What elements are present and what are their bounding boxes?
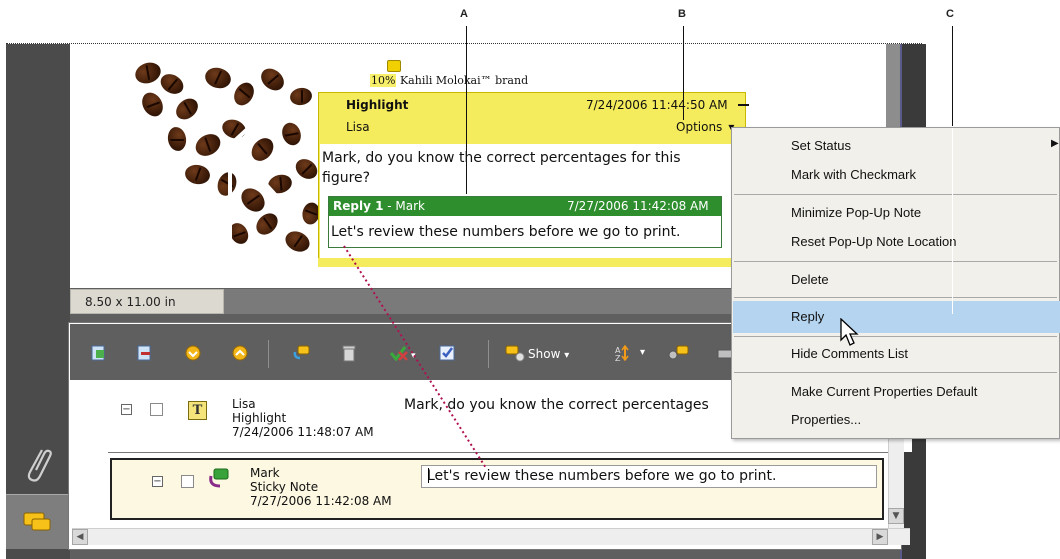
mouse-pointer-icon [840,318,859,346]
reply-connector-line [343,245,487,469]
